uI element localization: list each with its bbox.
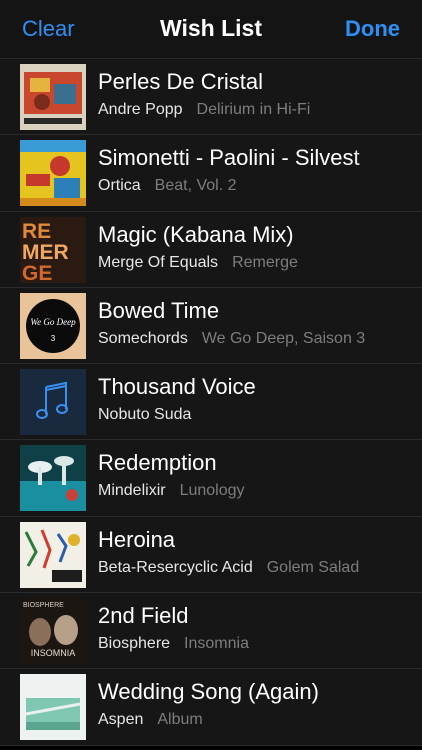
artist-name: Beta-Resercyclic Acid (98, 558, 253, 576)
artist-name: Andre Popp (98, 101, 183, 118)
track-meta: Beta-Resercyclic Acid Golem Salad (98, 559, 398, 577)
album-art-text: RE (22, 220, 51, 243)
navigation-bar: Clear Wish List Done (0, 0, 422, 59)
album-name: Remerge (232, 253, 298, 271)
album-name: Insomnia (184, 635, 249, 653)
artist-name: Ortica (98, 177, 141, 195)
track-meta: Merge Of Equals Remerge (98, 254, 398, 272)
list-item[interactable]: Wedding Song (Again) Aspen Album (0, 669, 422, 746)
list-item[interactable]: Heroina Beta-Resercyclic Acid Golem Salad (0, 516, 422, 594)
list-item[interactable]: Redemption Mindelixir Lunology (0, 440, 422, 517)
artist-name: Aspen (98, 711, 144, 729)
track-title: Thousand Voice (98, 374, 256, 400)
track-meta: Aspen Album (98, 711, 398, 729)
album-name: Golem Salad (266, 558, 360, 576)
track-title: Redemption (98, 450, 217, 476)
list-item[interactable]: BIOSPHERE INSOMNIA 2nd Field Biosphere In… (0, 593, 422, 670)
track-meta: Nobuto Suda (98, 406, 398, 424)
track-title: Heroina (98, 526, 176, 552)
album-art (20, 674, 86, 741)
track-title: 2nd Field (98, 603, 189, 629)
artist-name: Nobuto Suda (98, 406, 192, 424)
track-meta: Somechords We Go Deep, Saison 3 (98, 330, 398, 348)
track-title: Perles De Cristal (98, 69, 264, 94)
list-item[interactable]: Thousand Voice Nobuto Suda (0, 364, 422, 441)
album-name: Beat, Vol. 2 (154, 177, 237, 195)
track-title: Simonetti - Paolini - Silvest (98, 145, 360, 171)
list-item[interactable]: Simonetti - Paolini - Silvest Ortica Beat… (0, 135, 422, 212)
artist-name: Biosphere (98, 635, 171, 653)
album-art: BIOSPHERE INSOMNIA (20, 598, 86, 665)
track-title: Wedding Song (Again) (98, 679, 319, 705)
album-art (20, 140, 86, 207)
artist-name: Somechords (98, 329, 188, 347)
track-title: Magic (Kabana Mix) (98, 221, 294, 247)
album-art (20, 64, 86, 130)
list-item[interactable]: Perles De Cristal Andre Popp Delirium in … (0, 59, 422, 136)
album-art: RE MER GE (20, 216, 86, 283)
list-item[interactable]: We Go Deep 3 Bowed Time Somechords We Go … (0, 287, 422, 365)
album-name: Lunology (179, 482, 245, 500)
album-art (20, 521, 86, 588)
album-art-text: BIOSPHERE (23, 602, 64, 609)
list-item[interactable]: RE MER GE Magic (Kabana Mix) Merge Of Eq… (0, 211, 422, 288)
album-art-text: We Go Deep (30, 317, 76, 327)
album-art (20, 445, 86, 512)
track-meta: Mindelixir Lunology (98, 482, 398, 500)
music-note-icon (20, 369, 86, 436)
album-name: Album (157, 711, 203, 729)
track-meta: Ortica Beat, Vol. 2 (98, 177, 398, 195)
album-name: Delirium in Hi-Fi (196, 101, 311, 118)
wish-list: Perles De Cristal Andre Popp Delirium in … (0, 59, 422, 746)
artist-name: Mindelixir (98, 482, 166, 500)
artist-name: Merge Of Equals (98, 253, 219, 271)
album-art-text: MER (22, 241, 69, 264)
album-art-text: 3 (51, 334, 56, 343)
track-title: Bowed Time (98, 297, 220, 323)
track-meta: Andre Popp Delirium in Hi-Fi (98, 101, 398, 119)
album-art-text: GE (22, 262, 52, 283)
album-name: We Go Deep, Saison 3 (201, 329, 366, 347)
done-button[interactable]: Done (345, 16, 400, 42)
track-meta: Biosphere Insomnia (98, 635, 398, 653)
album-art-text: INSOMNIA (31, 648, 76, 658)
album-art: We Go Deep 3 (20, 292, 86, 359)
